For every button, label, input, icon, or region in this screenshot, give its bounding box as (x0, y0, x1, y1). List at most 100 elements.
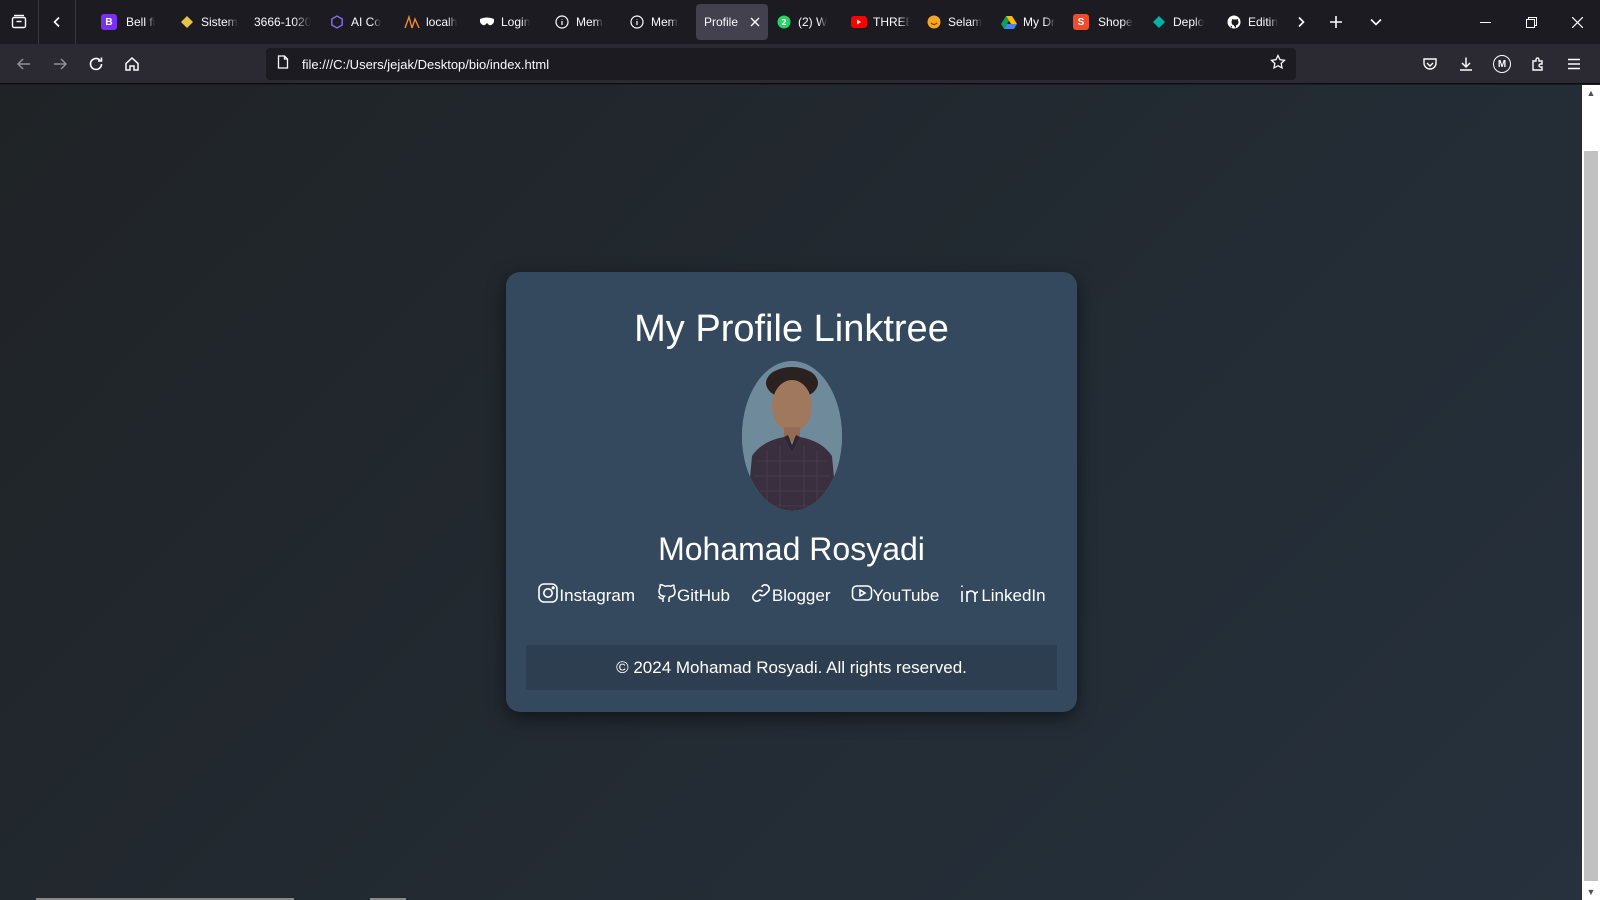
list-all-tabs-icon[interactable] (1356, 0, 1396, 44)
page-title: My Profile Linktree (634, 308, 949, 350)
tab-8[interactable]: Profile (696, 4, 768, 40)
reload-icon[interactable] (78, 48, 114, 80)
minimize-icon[interactable] (1462, 0, 1508, 44)
page-viewport: My Profile Linktree Mohamad Rosyadi Inst (0, 85, 1582, 900)
home-icon[interactable] (114, 48, 150, 80)
tab-overview-icon[interactable] (0, 0, 38, 44)
github-icon (1226, 14, 1242, 30)
back-icon[interactable] (6, 48, 42, 80)
tab-bar: B Bell fi Sistem 3666-1020 AI Co localh Login M… (0, 0, 1600, 44)
tab-label: Login (501, 15, 531, 29)
tab-label: Shope (1098, 15, 1133, 29)
tab-11[interactable]: Selam (918, 4, 993, 40)
window-controls (1462, 0, 1600, 44)
tab-label: Bell fi (126, 15, 156, 29)
tab-3[interactable]: AI Co (321, 4, 396, 40)
tab-label: AI Co (351, 15, 382, 29)
tab-2[interactable]: 3666-1020 (246, 4, 321, 40)
tab-6[interactable]: Mem (546, 4, 621, 40)
navigation-toolbar: file:///C:/Users/jejak/Desktop/bio/index… (0, 44, 1600, 84)
tab-label: (2) W (798, 15, 828, 29)
tab-15[interactable]: Editin (1218, 4, 1286, 40)
shopee-icon: S (1073, 14, 1092, 30)
page-file-icon (276, 54, 290, 74)
tab-0[interactable]: B Bell fi (96, 4, 171, 40)
instagram-icon (537, 582, 559, 609)
tab-7[interactable]: Mem (621, 4, 696, 40)
app-menu-icon[interactable] (1556, 48, 1592, 80)
drive-icon (1001, 14, 1017, 30)
github-link[interactable]: GitHub (655, 582, 730, 609)
tab-label: Mem (651, 15, 678, 29)
github-label: GitHub (676, 585, 730, 605)
scroll-down-icon[interactable]: ▼ (1582, 884, 1600, 900)
downloads-icon[interactable] (1448, 48, 1484, 80)
info-icon (629, 14, 645, 30)
linkedin-icon (959, 582, 981, 609)
tab-4[interactable]: localh (396, 4, 471, 40)
tab-label: My Dr (1023, 15, 1055, 29)
tab-label: Deplo (1173, 15, 1205, 29)
info-icon (554, 14, 570, 30)
youtube-link[interactable]: YouTube (851, 582, 940, 609)
profile-name: Mohamad Rosyadi (658, 531, 925, 567)
instagram-label: Instagram (559, 585, 635, 605)
copyright-text: © 2024 Mohamad Rosyadi. All rights reser… (616, 657, 967, 677)
tab-label: Sistem (201, 15, 238, 29)
whatsapp-icon: 2 (776, 14, 792, 30)
vertical-scrollbar[interactable]: ▲ ▼ (1582, 85, 1600, 900)
linkedin-label: LinkedIn (981, 585, 1046, 605)
scroll-tabs-left-icon[interactable] (39, 0, 75, 44)
blogger-label: Blogger (771, 585, 831, 605)
bootstrap-icon: B (101, 14, 120, 30)
account-initial: M (1493, 55, 1511, 73)
tab-9[interactable]: 2 (2) W (768, 4, 843, 40)
linkedin-link[interactable]: LinkedIn (959, 582, 1046, 609)
xampp-icon (404, 14, 420, 30)
youtube-icon (851, 582, 873, 609)
url-text[interactable]: file:///C:/Users/jejak/Desktop/bio/index… (302, 57, 1270, 72)
new-tab-icon[interactable] (1316, 0, 1356, 44)
blogger-link[interactable]: Blogger (750, 582, 831, 609)
tab-10[interactable]: THREE (843, 4, 918, 40)
scroll-up-icon[interactable]: ▲ (1582, 85, 1600, 101)
youtube-label: YouTube (872, 585, 940, 605)
forward-icon[interactable] (42, 48, 78, 80)
social-links: Instagram GitHub Blogger YouTube LinkedI… (506, 582, 1077, 609)
close-window-icon[interactable] (1554, 0, 1600, 44)
tab-label: Editin (1248, 15, 1279, 29)
url-bar[interactable]: file:///C:/Users/jejak/Desktop/bio/index… (266, 48, 1296, 80)
pocket-icon[interactable] (1412, 48, 1448, 80)
instagram-link[interactable]: Instagram (537, 582, 635, 609)
github-icon (655, 582, 677, 609)
scrollbar-thumb[interactable] (1584, 151, 1598, 881)
account-icon[interactable]: M (1484, 48, 1520, 80)
close-tab-icon[interactable] (750, 14, 760, 30)
diamond-icon (1151, 14, 1167, 30)
youtube-icon (851, 14, 867, 30)
tab-14[interactable]: Deplo (1143, 4, 1218, 40)
extensions-icon[interactable] (1520, 48, 1556, 80)
tab-label: Mem (576, 15, 603, 29)
bookmark-star-icon[interactable] (1270, 53, 1286, 75)
link-icon (750, 582, 772, 609)
svg-text:2: 2 (781, 18, 787, 27)
profile-card: My Profile Linktree Mohamad Rosyadi Inst (506, 272, 1077, 712)
tab-5[interactable]: Login (471, 4, 546, 40)
smile-icon (926, 14, 942, 30)
tab-label: Profile (704, 15, 739, 29)
tab-label: Selam (948, 15, 983, 29)
diamond-icon (179, 14, 195, 30)
tab-13[interactable]: S Shope (1068, 4, 1143, 40)
mask-icon (479, 14, 495, 30)
tab-label: 3666-1020 (254, 15, 312, 29)
profile-photo (741, 361, 842, 511)
scroll-tabs-right-icon[interactable] (1286, 0, 1316, 44)
tab-1[interactable]: Sistem (171, 4, 246, 40)
restore-icon[interactable] (1508, 0, 1554, 44)
footer: © 2024 Mohamad Rosyadi. All rights reser… (526, 645, 1057, 690)
tab-label: localh (426, 15, 458, 29)
tab-12[interactable]: My Dr (993, 4, 1068, 40)
tab-strip: B Bell fi Sistem 3666-1020 AI Co localh Login M… (76, 0, 1286, 44)
tab-label: THREE (873, 15, 910, 29)
